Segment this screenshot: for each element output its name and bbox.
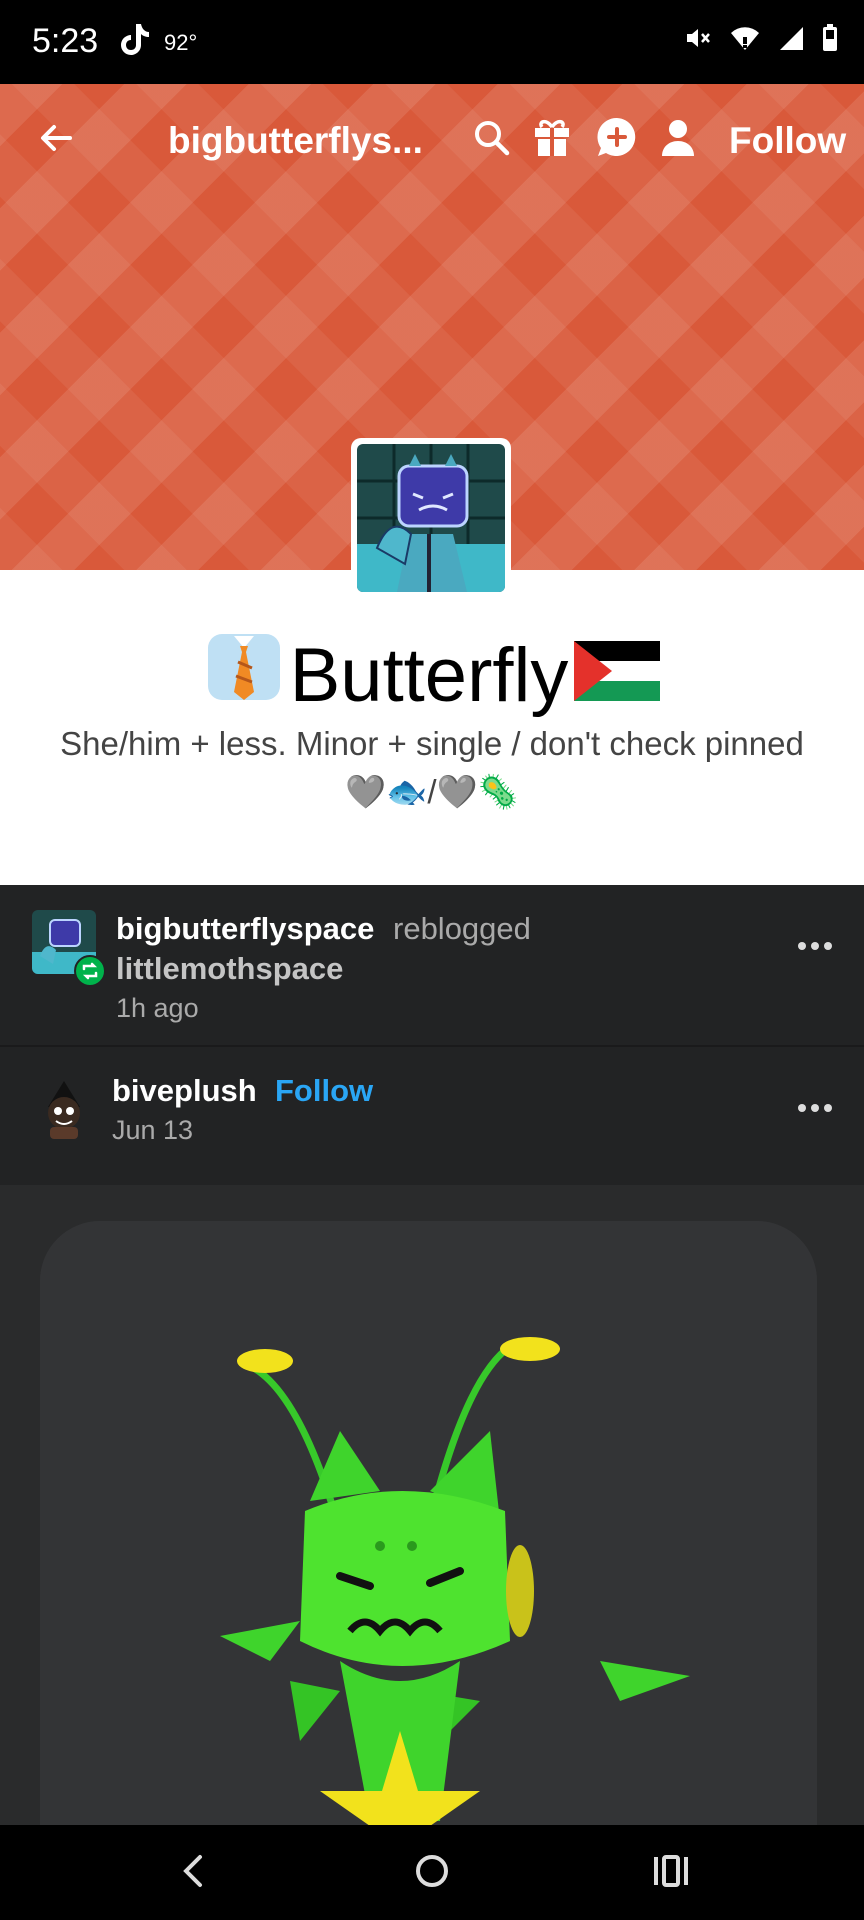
- system-nav-bar: [0, 1825, 864, 1920]
- more-options-icon[interactable]: [797, 939, 833, 957]
- battery-icon: [822, 24, 838, 57]
- poster-avatar[interactable]: [38, 1077, 90, 1141]
- reblog-timestamp: 1h ago: [116, 993, 199, 1023]
- more-options-icon[interactable]: [797, 1101, 833, 1119]
- poster-name[interactable]: biveplush: [112, 1073, 257, 1109]
- palestine-flag-icon: [574, 632, 661, 719]
- necktie-icon: [204, 630, 284, 720]
- status-bar: 5:23 92°: [0, 0, 864, 84]
- nav-back-icon[interactable]: [178, 1851, 208, 1896]
- post-image[interactable]: [40, 1221, 817, 1861]
- status-temperature: 92°: [164, 30, 198, 55]
- post-header: biveplush Follow Jun 13: [0, 1047, 864, 1185]
- back-arrow-icon[interactable]: [36, 118, 76, 158]
- post-date: Jun 13: [112, 1115, 194, 1145]
- nav-recent-apps-icon[interactable]: [652, 1853, 690, 1894]
- avatar-image: [357, 444, 505, 592]
- header-toolbar: bigbutterflys... Follow: [0, 84, 864, 194]
- follow-button[interactable]: Follow: [729, 120, 846, 162]
- reblog-icon: [74, 955, 106, 987]
- reblogger-name[interactable]: bigbutterflyspace: [116, 911, 374, 947]
- message-icon[interactable]: [596, 116, 638, 163]
- user-icon[interactable]: [660, 118, 696, 163]
- blog-title: Butterfly: [0, 630, 864, 720]
- wifi-icon: [730, 25, 760, 56]
- blog-name-title: bigbutterflys...: [168, 120, 423, 161]
- signal-icon: [778, 25, 804, 56]
- mute-icon: [684, 24, 712, 57]
- blog-description: She/him + less. Minor + single / don't c…: [60, 725, 804, 810]
- reblog-header: bigbutterflyspace reblogged littlemothsp…: [0, 885, 864, 1047]
- blog-avatar[interactable]: [351, 438, 511, 598]
- search-icon[interactable]: [472, 118, 512, 163]
- post-follow-button[interactable]: Follow: [275, 1073, 373, 1109]
- tiktok-icon: [120, 22, 150, 61]
- gift-icon[interactable]: [532, 116, 572, 163]
- blog-title-text: Butterfly: [289, 632, 569, 718]
- profile-info: Butterfly She/him + less. Minor + single…: [0, 570, 864, 885]
- status-time: 5:23: [32, 22, 99, 60]
- post-content: [0, 1185, 864, 1861]
- nav-home-icon[interactable]: [414, 1851, 450, 1896]
- source-blog-name[interactable]: littlemothspace: [116, 951, 343, 987]
- reblogged-label: reblogged: [393, 911, 531, 946]
